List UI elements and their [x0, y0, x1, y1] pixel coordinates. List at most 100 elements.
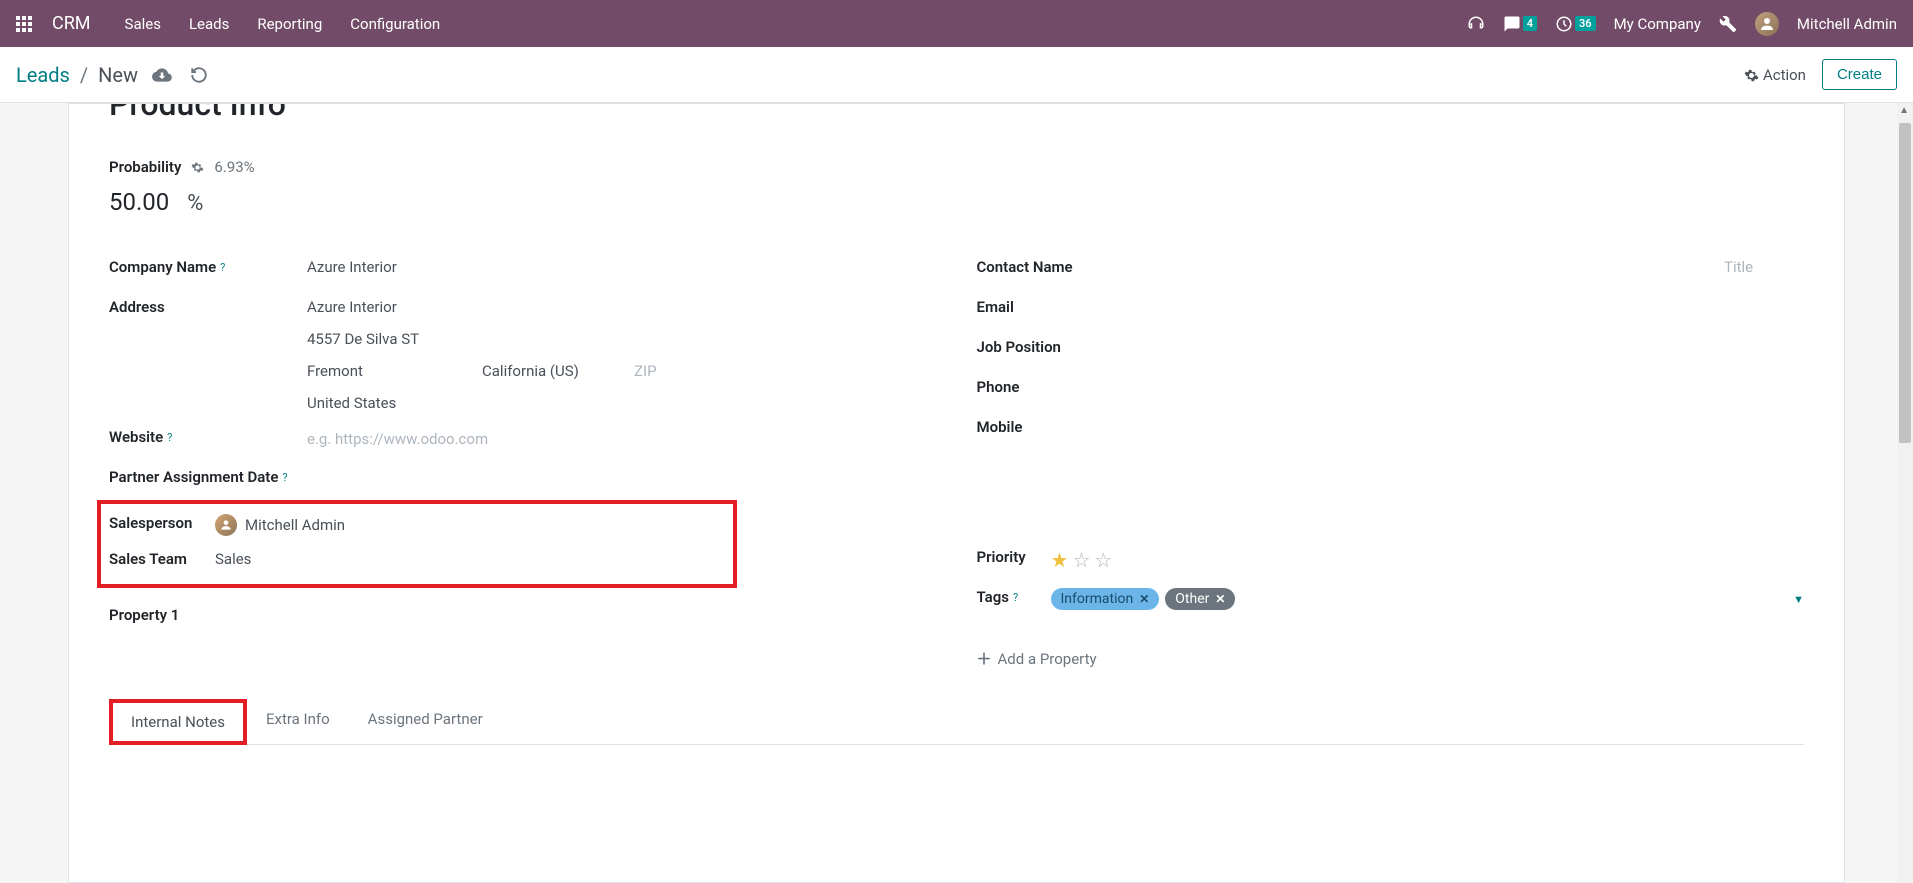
email-label: Email	[977, 298, 1175, 316]
partner-assignment-row: Partner Assignment Date?	[109, 460, 937, 500]
tab-assigned-partner[interactable]: Assigned Partner	[349, 699, 502, 744]
partner-assignment-label: Partner Assignment Date?	[109, 468, 307, 486]
website-input[interactable]	[307, 428, 937, 450]
action-label: Action	[1763, 66, 1806, 84]
navbar-right: 4 36 My Company Mitchell Admin	[1467, 12, 1897, 36]
star-icon[interactable]: ☆	[1094, 548, 1112, 572]
tags-label: Tags?	[977, 588, 1051, 606]
action-dropdown[interactable]: Action	[1744, 66, 1806, 84]
salesperson-row: Salesperson Mitchell Admin	[109, 508, 725, 544]
company-switcher[interactable]: My Company	[1614, 15, 1701, 33]
help-icon[interactable]: ?	[1013, 591, 1018, 604]
add-property-button[interactable]: ＋ Add a Property	[977, 648, 1805, 669]
scroll-up-icon[interactable]: ▲	[1899, 105, 1909, 116]
form-left-column: Company Name? Azure Interior Address Azu…	[109, 250, 937, 669]
nav-menu-sales[interactable]: Sales	[125, 15, 161, 33]
debug-icon[interactable]	[1719, 14, 1737, 33]
tab-extra-info[interactable]: Extra Info	[247, 699, 349, 744]
probability-label: Probability	[109, 158, 181, 176]
app-brand[interactable]: CRM	[52, 13, 91, 34]
tags-row: Tags? Information ✕ Other ✕ ▼	[977, 580, 1805, 620]
address-zip[interactable]: ZIP	[634, 362, 657, 380]
apps-icon[interactable]	[16, 16, 32, 32]
star-icon[interactable]: ☆	[1072, 548, 1090, 572]
star-icon[interactable]: ★	[1051, 548, 1069, 572]
chevron-down-icon[interactable]: ▼	[1793, 593, 1804, 606]
avatar-icon	[215, 514, 237, 536]
nav-menu-reporting[interactable]: Reporting	[257, 15, 322, 33]
phone-row: Phone	[977, 370, 1805, 410]
plus-icon: ＋	[977, 648, 992, 669]
create-button[interactable]: Create	[1822, 59, 1897, 90]
messages-icon[interactable]: 4	[1503, 15, 1537, 33]
breadcrumb-right: Action Create	[1744, 59, 1897, 90]
close-icon[interactable]: ✕	[1139, 592, 1149, 606]
tab-internal-notes[interactable]: Internal Notes	[109, 699, 247, 745]
website-row: Website?	[109, 420, 937, 460]
tags-value[interactable]: Information ✕ Other ✕ ▼	[1051, 588, 1805, 610]
help-icon[interactable]: ?	[167, 431, 172, 444]
activities-badge: 36	[1575, 16, 1596, 31]
breadcrumb-sep: /	[80, 63, 88, 87]
gear-icon[interactable]	[191, 160, 204, 175]
address-street1[interactable]: Azure Interior	[307, 298, 937, 316]
priority-row: Priority ★ ☆ ☆	[977, 540, 1805, 580]
website-value[interactable]	[307, 428, 937, 450]
nav-menu-configuration[interactable]: Configuration	[350, 15, 440, 33]
probability-row: Probability 6.93%	[109, 158, 1804, 176]
contact-name-value: Title	[1359, 258, 1805, 276]
website-label: Website?	[109, 428, 307, 446]
address-city[interactable]: Fremont	[307, 362, 482, 380]
discard-icon[interactable]	[190, 64, 208, 85]
scrollbar-track[interactable]: ▲	[1897, 103, 1913, 883]
tag-text: Other	[1175, 591, 1209, 607]
contact-name-input[interactable]	[1359, 258, 1717, 276]
help-icon[interactable]: ?	[282, 471, 287, 484]
sales-team-value[interactable]: Sales	[215, 550, 725, 568]
support-icon[interactable]	[1467, 14, 1485, 33]
mobile-row: Mobile	[977, 410, 1805, 450]
breadcrumb: Leads / New	[16, 63, 138, 87]
close-icon[interactable]: ✕	[1215, 592, 1225, 606]
contact-title-placeholder[interactable]: Title	[1724, 258, 1804, 276]
mobile-label: Mobile	[977, 418, 1175, 436]
probability-value[interactable]: 50.00	[109, 188, 169, 216]
address-line3: Fremont California (US) ZIP	[307, 362, 937, 380]
user-avatar[interactable]	[1755, 12, 1779, 36]
address-state[interactable]: California (US)	[482, 362, 634, 380]
nav-menu-leads[interactable]: Leads	[189, 15, 229, 33]
highlight-sales-group: Salesperson Mitchell Admin Sales Team Sa…	[97, 500, 737, 588]
address-label: Address	[109, 298, 307, 316]
user-name[interactable]: Mitchell Admin	[1797, 15, 1897, 33]
help-icon[interactable]: ?	[220, 261, 225, 274]
cloud-save-icon[interactable]	[152, 64, 172, 85]
breadcrumb-parent[interactable]: Leads	[16, 63, 70, 87]
nav-menu: Sales Leads Reporting Configuration	[125, 15, 441, 33]
address-country[interactable]: United States	[307, 394, 937, 412]
add-property-label: Add a Property	[998, 650, 1097, 668]
salesperson-name: Mitchell Admin	[245, 516, 345, 534]
probability-hint: 6.93%	[214, 158, 254, 176]
breadcrumb-bar: Leads / New Action Create	[0, 47, 1913, 103]
tag-other: Other ✕	[1165, 588, 1235, 610]
sales-team-label: Sales Team	[109, 550, 215, 568]
scrollbar-thumb[interactable]	[1899, 123, 1911, 443]
salesperson-value[interactable]: Mitchell Admin	[215, 514, 725, 536]
address-street2[interactable]: 4557 De Silva ST	[307, 330, 937, 348]
activities-icon[interactable]: 36	[1555, 15, 1596, 33]
form-sheet: Product Info Probability 6.93% 50.00 % C…	[68, 103, 1845, 883]
job-position-row: Job Position	[977, 330, 1805, 370]
company-name-row: Company Name? Azure Interior	[109, 250, 937, 290]
company-name-value[interactable]: Azure Interior	[307, 258, 937, 276]
messages-badge: 4	[1523, 16, 1537, 31]
property1-label: Property 1	[109, 606, 307, 624]
contact-name-row: Contact Name Title	[977, 250, 1805, 290]
priority-stars: ★ ☆ ☆	[1051, 548, 1805, 572]
contact-name-label: Contact Name	[977, 258, 1359, 276]
probability-value-row: 50.00 %	[109, 188, 1804, 216]
salesperson-label: Salesperson	[109, 514, 215, 532]
tag-text: Information	[1061, 591, 1134, 607]
record-title[interactable]: Product Info	[109, 104, 1804, 128]
job-position-label: Job Position	[977, 338, 1175, 356]
form-tabs: Internal Notes Extra Info Assigned Partn…	[109, 699, 1804, 745]
